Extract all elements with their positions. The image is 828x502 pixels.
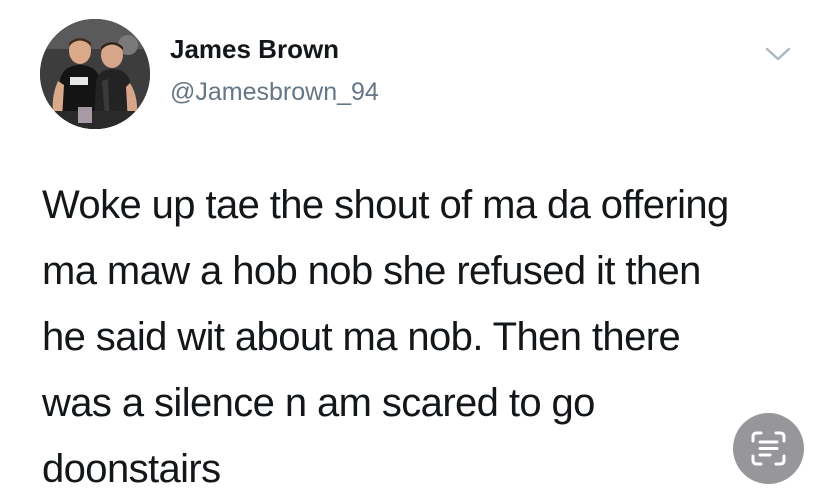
avatar-photo — [40, 19, 150, 129]
tweet-text-line: ma maw a hob nob she refused it then — [42, 249, 701, 293]
live-text-scan-icon — [751, 431, 786, 466]
tweet-text-line: was a silence n am scared to go — [42, 381, 595, 425]
avatar[interactable] — [40, 19, 150, 129]
author-handle[interactable]: @Jamesbrown_94 — [170, 78, 379, 107]
tweet-text-line: Woke up tae the shout of ma da offering — [42, 183, 729, 227]
tweet-card: James Brown @Jamesbrown_94 Woke up tae t… — [0, 0, 828, 493]
tweet-text-line: doonstairs — [42, 447, 221, 491]
author-name[interactable]: James Brown — [170, 34, 339, 65]
tweet-text-line: he said wit about ma nob. Then there — [42, 315, 681, 359]
chevron-down-icon[interactable] — [764, 44, 792, 64]
tweet-text: Woke up tae the shout of ma da offering … — [42, 172, 802, 502]
live-text-scan-button[interactable] — [733, 413, 804, 484]
